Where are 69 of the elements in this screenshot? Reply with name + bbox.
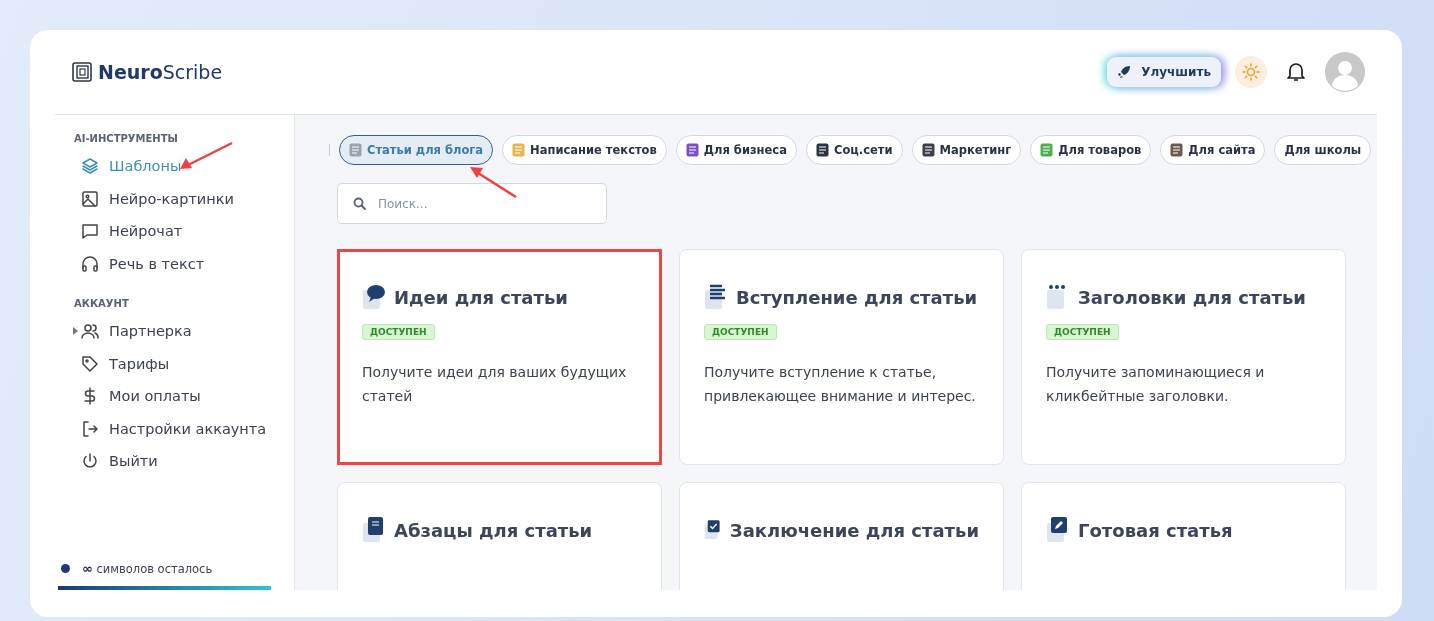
template-card[interactable]: Абзацы для статьи: [337, 482, 662, 590]
text-lines-icon: [704, 284, 728, 310]
nav-item[interactable]: Партнерка: [55, 315, 294, 348]
card-description: Получите идеи для ваших будущих статей: [362, 363, 628, 406]
section-title: AI-ИНСТРУМЕНТЫ: [73, 133, 179, 144]
card-description: Получите вступление к статье, привлекающее внимание и интерес.: [704, 363, 977, 406]
template-card[interactable]: Заключение для статьи: [679, 482, 1004, 590]
template-card[interactable]: Заголовки для статьи ДОСТУПЕН Получите запоминающиеся и кликбейтные заголовки.: [1021, 249, 1346, 465]
category-chip[interactable]: Статьи для блога: [339, 135, 494, 165]
quota-label: ∞ символов осталось: [82, 561, 213, 576]
category-chip[interactable]: Для товаров: [1030, 135, 1152, 165]
category-chip[interactable]: Для бизнеса: [675, 135, 797, 165]
upgrade-button[interactable]: Улучшить: [1107, 57, 1221, 87]
category-chip[interactable]: Для школы: [1274, 135, 1372, 165]
rocket-icon: [1117, 65, 1132, 79]
brand-name[interactable]: NeuroScribe: [98, 61, 223, 83]
status-badge: ДОСТУПЕН: [704, 324, 777, 340]
nav-item[interactable]: Настройки аккаунта: [55, 412, 294, 445]
section-title: АККАУНТ: [73, 298, 130, 309]
power-icon: [81, 452, 99, 471]
nav-item[interactable]: Выйти: [55, 445, 294, 478]
status-dot-icon: [61, 564, 70, 573]
category-icon: [1040, 143, 1054, 157]
category-icon: [815, 143, 829, 157]
category-icon: [349, 143, 362, 157]
headphones-icon: [81, 254, 99, 273]
avatar[interactable]: [1325, 52, 1365, 92]
category-chip[interactable]: Написание текстов: [502, 135, 667, 165]
annotation-arrow: [468, 165, 518, 199]
card-title: Заключение для статьи: [729, 519, 979, 541]
category-icon: [921, 143, 935, 157]
chat-icon: [81, 222, 99, 241]
nav-item[interactable]: Нейро-картинки: [55, 182, 294, 215]
nav-item[interactable]: Шаблоны: [55, 150, 294, 183]
theme-toggle[interactable]: [1235, 56, 1267, 88]
template-card[interactable]: Готовая статья: [1021, 482, 1346, 590]
nav-item[interactable]: Нейрочат: [55, 215, 294, 248]
category-icon: [685, 143, 699, 157]
bell-icon[interactable]: [1287, 62, 1305, 82]
sun-icon: [1242, 63, 1260, 81]
search-field[interactable]: Поиск...: [337, 183, 607, 224]
card-title: Готовая статья: [1078, 519, 1233, 541]
logo-icon: [72, 62, 92, 82]
layers-icon: [81, 157, 99, 176]
image-icon: [81, 189, 99, 208]
card-title: Идеи для статьи: [394, 286, 568, 308]
book-icon: [362, 517, 386, 543]
logout-icon: [81, 419, 99, 438]
caret-icon: [73, 327, 78, 336]
status-badge: ДОСТУПЕН: [1046, 324, 1119, 340]
category-icon: [512, 143, 526, 157]
nav-item[interactable]: Речь в текст: [55, 247, 294, 280]
nav-item[interactable]: Мои оплаты: [55, 380, 294, 413]
category-chip[interactable]: Для сайта: [1160, 135, 1266, 165]
users-icon: [81, 322, 99, 341]
card-description: Получите запоминающиеся и кликбейтные заголовки.: [1046, 363, 1266, 406]
category-chip[interactable]: Соц.сети: [805, 135, 903, 165]
status-badge: ДОСТУПЕН: [362, 324, 435, 340]
speech-bubble-icon: [362, 284, 386, 310]
tag-icon: [81, 354, 99, 373]
category-chip[interactable]: Маркетинг: [911, 135, 1022, 165]
template-card[interactable]: Вступление для статьи ДОСТУПЕН Получите вступление к статье, привлекающее внимание и интерес.: [679, 249, 1004, 465]
category-icon: [1170, 143, 1184, 157]
pen-icon: [1046, 517, 1070, 543]
template-card[interactable]: Идеи для статьи ДОСТУПЕН Получите идеи для ваших будущих статей: [337, 249, 662, 465]
card-title: Заголовки для статьи: [1078, 286, 1306, 308]
card-title: Вступление для статьи: [736, 286, 978, 308]
nav-item[interactable]: Тарифы: [55, 347, 294, 380]
card-title: Абзацы для статьи: [394, 519, 593, 541]
